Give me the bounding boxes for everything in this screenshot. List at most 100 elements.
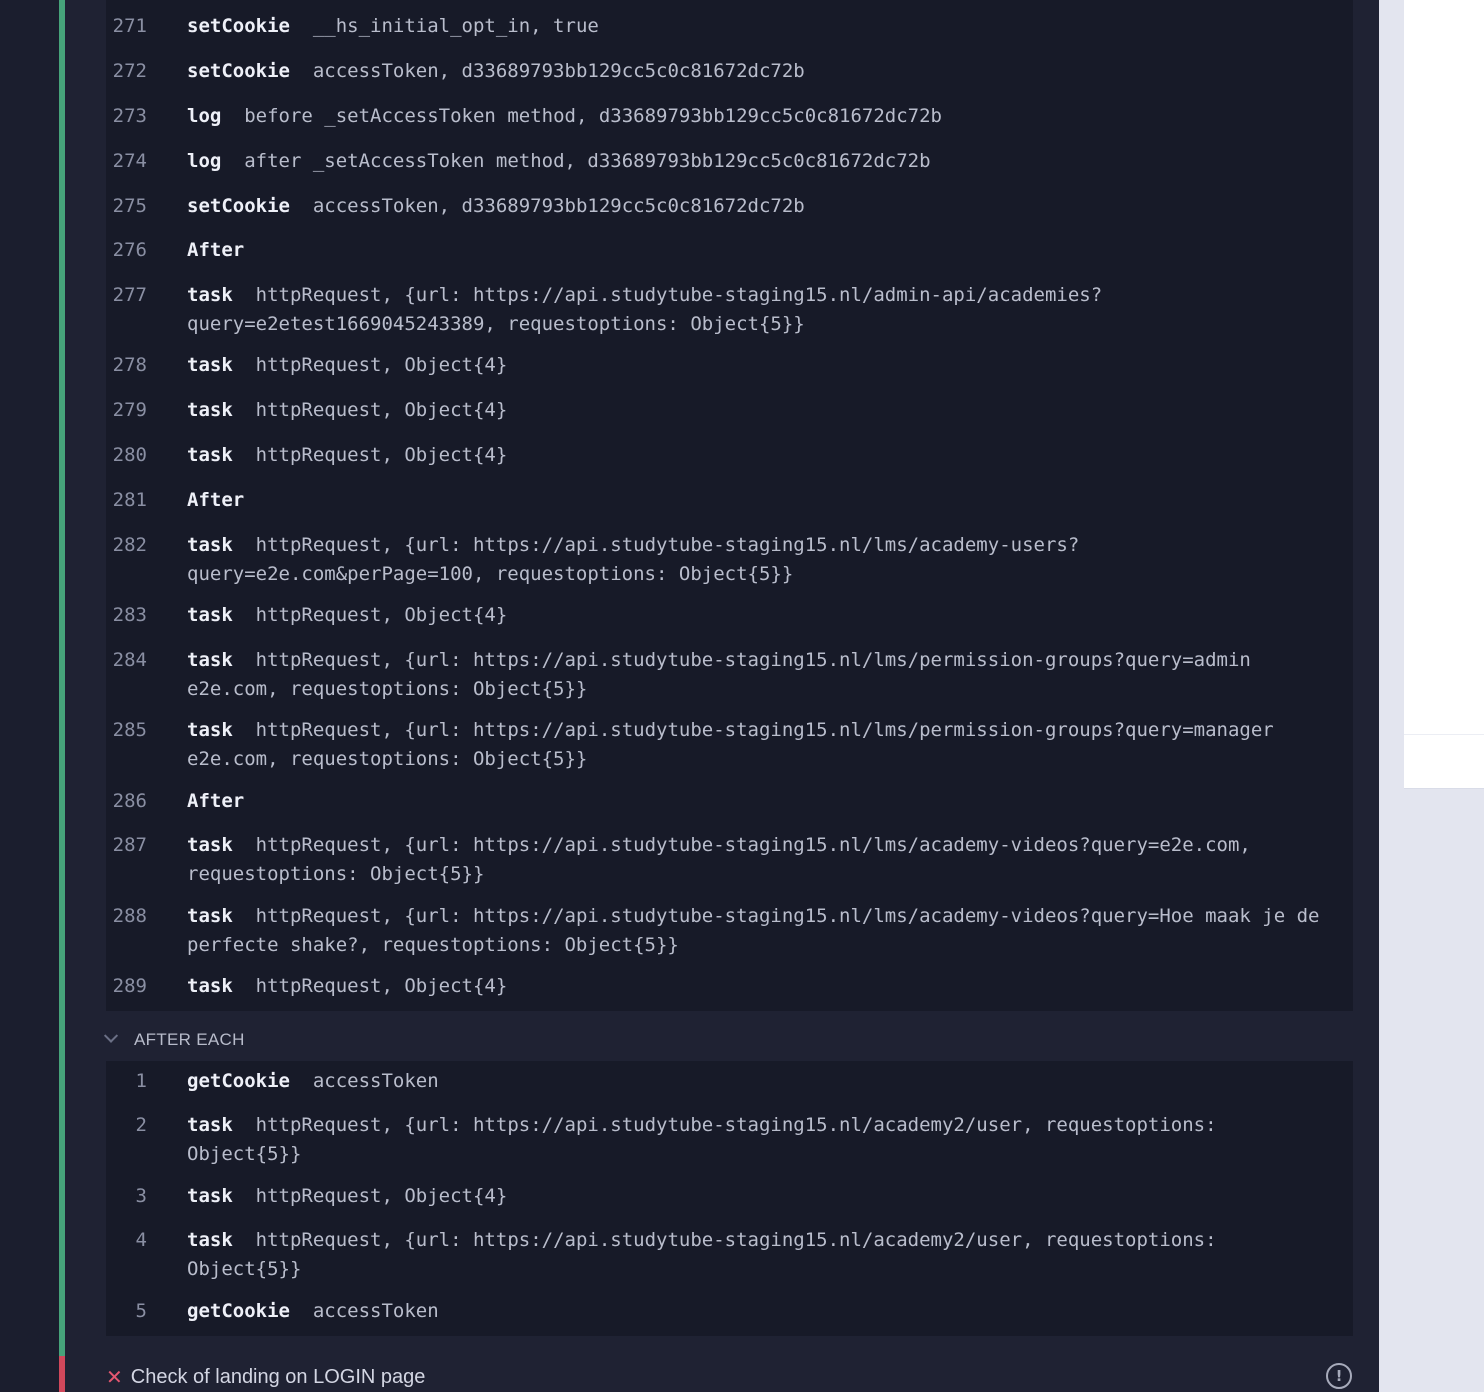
log-row-content: task httpRequest, {url: https://api.stud… (187, 281, 1337, 339)
log-command-name: log (187, 105, 222, 127)
log-row-number: 1 (135, 1070, 147, 1092)
log-row[interactable]: 271 setCookie __hs_initial_opt_in, true (106, 12, 1337, 41)
log-command-name: task (187, 905, 233, 927)
log-command-name: task (187, 834, 233, 856)
left-gutter (0, 0, 59, 1392)
log-row[interactable]: 285 task httpRequest, {url: https://api.s… (106, 716, 1337, 774)
log-command-message: accessToken, d33689793bb129cc5c0c81672dc… (312, 195, 805, 217)
log-row[interactable]: 284 task httpRequest, {url: https://api.s… (106, 646, 1337, 704)
log-row-content: task httpRequest, {url: https://api.stud… (187, 1111, 1337, 1169)
log-row-content: task httpRequest, Object{4} (187, 351, 1337, 380)
log-row[interactable]: 276 After (106, 236, 1337, 265)
log-command-name: task (187, 975, 233, 997)
log-row[interactable]: 288 task httpRequest, {url: https://api.s… (106, 902, 1337, 960)
log-row[interactable]: 4 task httpRequest, {url: https://api.stu… (106, 1226, 1337, 1284)
log-row-number: 281 (112, 489, 147, 511)
log-row-content: task httpRequest, {url: https://api.stud… (187, 531, 1337, 589)
log-row[interactable]: 280 task httpRequest, Object{4} (106, 441, 1337, 470)
log-row[interactable]: 5 getCookie accessToken (106, 1297, 1337, 1326)
log-row-content: getCookie accessToken (187, 1067, 1337, 1096)
log-row-number: 274 (112, 150, 147, 172)
log-row[interactable]: 274 log after _setAccessToken method, d33… (106, 147, 1337, 176)
log-row[interactable]: 279 task httpRequest, Object{4} (106, 396, 1337, 425)
log-command-name: setCookie (187, 60, 290, 82)
log-row-content: task httpRequest, {url: https://api.stud… (187, 902, 1337, 960)
log-separator (233, 1185, 256, 1207)
log-row-number: 276 (112, 239, 147, 261)
app-preview-frame (1404, 0, 1484, 789)
log-row[interactable]: 272 setCookie accessToken, d33689793bb129… (106, 57, 1337, 86)
log-row-content: task httpRequest, {url: https://api.stud… (187, 1226, 1337, 1284)
log-command-message: accessToken (312, 1070, 439, 1092)
log-row-content: task httpRequest, Object{4} (187, 601, 1337, 630)
log-row[interactable]: 289 task httpRequest, Object{4} (106, 972, 1337, 1001)
log-command-message: httpRequest, Object{4} (255, 604, 508, 626)
log-separator (233, 399, 256, 421)
log-row-content: getCookie accessToken (187, 1297, 1337, 1326)
log-row-content: After (187, 236, 1337, 265)
app-preview-divider (1404, 734, 1484, 735)
log-row-number: 4 (135, 1229, 147, 1251)
alert-icon[interactable]: ! (1326, 1363, 1352, 1389)
log-separator (221, 105, 244, 127)
log-separator (290, 1300, 313, 1322)
test-title-row[interactable]: ✕ Check of landing on LOGIN page (106, 1362, 425, 1392)
log-separator (233, 1229, 256, 1251)
after-each-log: 1 getCookie accessToken 2 task httpRequest,… (106, 1061, 1353, 1336)
log-row-number: 272 (112, 60, 147, 82)
log-separator (233, 834, 256, 856)
after-each-label: AFTER EACH (134, 1030, 245, 1049)
log-row-number: 279 (112, 399, 147, 421)
log-row-content: setCookie accessToken, d33689793bb129cc5… (187, 192, 1337, 221)
log-row[interactable]: 3 task httpRequest, Object{4} (106, 1182, 1337, 1211)
log-row-content: task httpRequest, Object{4} (187, 972, 1337, 1001)
log-separator (233, 1114, 256, 1136)
log-row[interactable]: 1 getCookie accessToken (106, 1067, 1337, 1096)
log-command-name: task (187, 1185, 233, 1207)
log-row-number: 284 (112, 649, 147, 671)
after-each-header[interactable]: AFTER EACH (103, 1025, 406, 1055)
log-command-message: httpRequest, {url: https://api.studytube… (187, 534, 1080, 585)
log-command-message: httpRequest, Object{4} (255, 975, 508, 997)
log-command-message: after _setAccessToken method, d33689793b… (244, 150, 931, 172)
test-body-log: 271 setCookie __hs_initial_opt_in, true 27… (106, 0, 1353, 1011)
log-row[interactable]: 275 setCookie accessToken, d33689793bb129… (106, 192, 1337, 221)
log-row[interactable]: 286 After (106, 787, 1337, 816)
log-row-number: 2 (135, 1114, 147, 1136)
chevron-down-icon (103, 1028, 119, 1043)
log-command-message: __hs_initial_opt_in, true (312, 15, 599, 37)
log-command-message: httpRequest, {url: https://api.studytube… (187, 1114, 1217, 1165)
log-row-content: task httpRequest, {url: https://api.stud… (187, 831, 1337, 889)
log-row-number: 288 (112, 905, 147, 927)
log-command-name: getCookie (187, 1070, 290, 1092)
log-command-name: log (187, 150, 222, 172)
log-command-name: task (187, 1229, 233, 1251)
alert-symbol: ! (1335, 1367, 1343, 1385)
log-row-number: 275 (112, 195, 147, 217)
log-row[interactable]: 281 After (106, 486, 1337, 515)
log-row-number: 277 (112, 284, 147, 306)
log-command-name: setCookie (187, 195, 290, 217)
log-row[interactable]: 2 task httpRequest, {url: https://api.stu… (106, 1111, 1337, 1169)
log-separator (233, 604, 256, 626)
log-command-name: After (187, 239, 245, 261)
log-row-number: 3 (135, 1185, 147, 1207)
log-command-name: task (187, 284, 233, 306)
log-row-number: 283 (112, 604, 147, 626)
log-row-number: 287 (112, 834, 147, 856)
log-separator (290, 15, 313, 37)
log-row[interactable]: 278 task httpRequest, Object{4} (106, 351, 1337, 380)
log-row-number: 289 (112, 975, 147, 997)
log-row[interactable]: 283 task httpRequest, Object{4} (106, 601, 1337, 630)
log-row-content: task httpRequest, Object{4} (187, 396, 1337, 425)
log-command-name: task (187, 534, 233, 556)
log-row[interactable]: 273 log before _setAccessToken method, d3… (106, 102, 1337, 131)
log-command-message: httpRequest, {url: https://api.studytube… (187, 905, 1320, 956)
log-row[interactable]: 287 task httpRequest, {url: https://api.s… (106, 831, 1337, 889)
log-row[interactable]: 282 task httpRequest, {url: https://api.s… (106, 531, 1337, 589)
log-row[interactable]: 277 task httpRequest, {url: https://api.s… (106, 281, 1337, 339)
log-separator (221, 150, 244, 172)
log-row-content: task httpRequest, Object{4} (187, 441, 1337, 470)
log-separator (233, 975, 256, 997)
log-command-message: httpRequest, Object{4} (255, 1185, 508, 1207)
